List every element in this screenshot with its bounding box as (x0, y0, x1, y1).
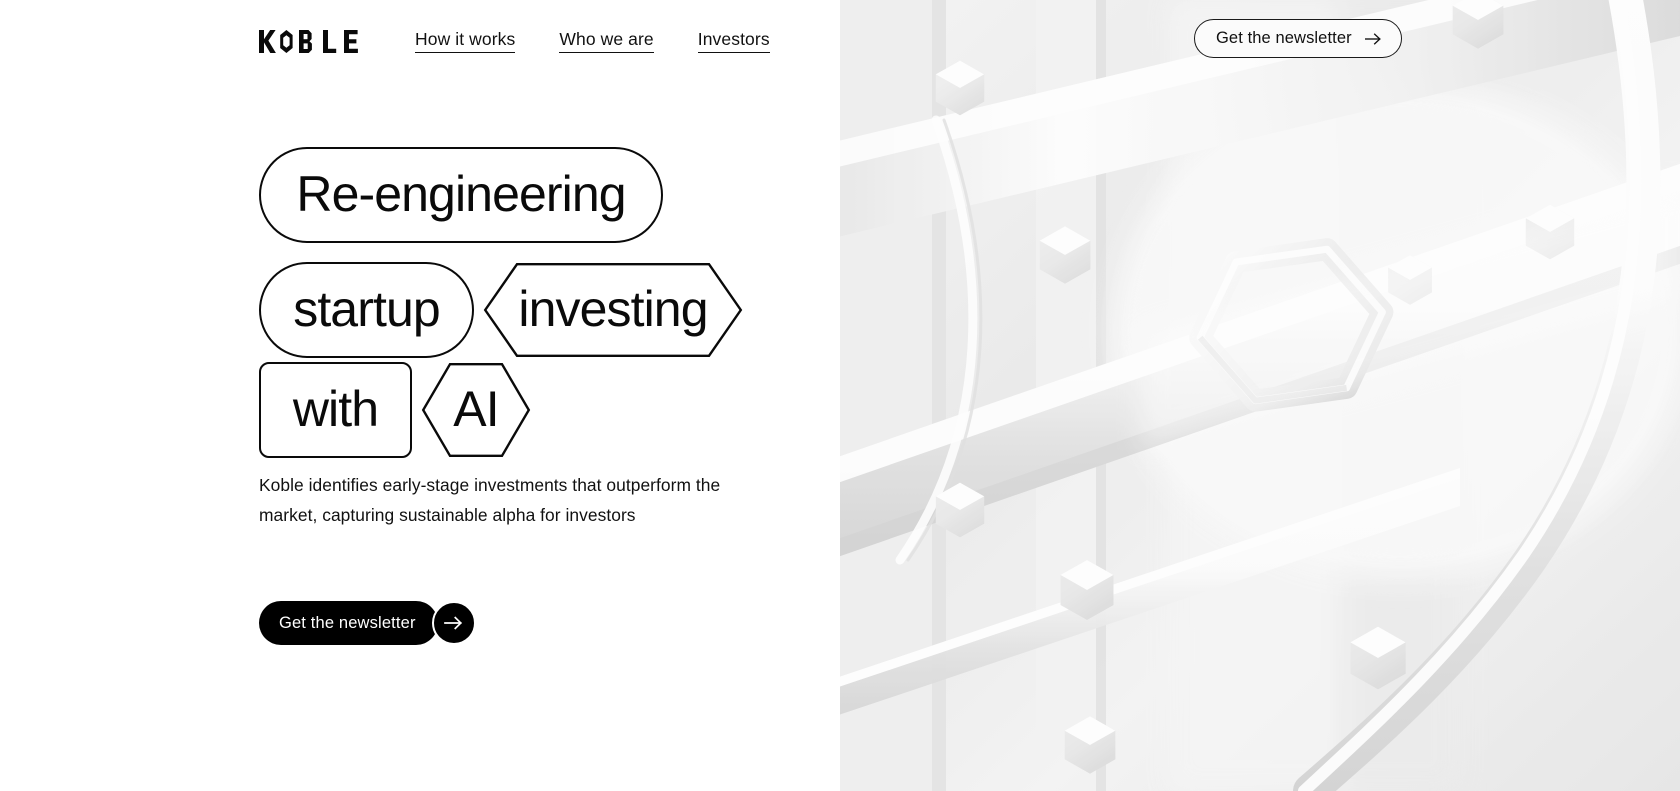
headline-text-startup: startup (293, 281, 440, 337)
headline-shape-ai: AI (421, 362, 531, 458)
hero-newsletter-button[interactable]: Get the newsletter (259, 601, 476, 645)
primary-navigation: How it works Who we are Investors (259, 22, 770, 60)
headline-text-with: with (292, 381, 379, 437)
headline-text-investing: investing (518, 281, 708, 337)
nav-links: How it works Who we are Investors (415, 29, 770, 53)
headline-row-1: Re-engineering (259, 147, 663, 243)
headline-row-3: with AI (259, 362, 531, 458)
headline-shape-re-engineering: Re-engineering (259, 147, 663, 243)
nav-link-how-it-works[interactable]: How it works (415, 29, 516, 53)
headline-shape-with: with (259, 362, 412, 458)
nav-link-who-we-are[interactable]: Who we are (559, 29, 654, 53)
header-newsletter-button-label: Get the newsletter (1216, 29, 1352, 47)
arrow-right-icon[interactable] (431, 601, 476, 645)
hero-artwork: Get the newsletter (840, 0, 1680, 791)
landing-page: How it works Who we are Investors Re-eng… (0, 0, 1680, 791)
headline-row-2: startup investing (259, 262, 743, 358)
nav-link-investors[interactable]: Investors (697, 29, 770, 53)
arrow-right-icon (1364, 32, 1382, 45)
headline-text-ai: AI (453, 381, 499, 437)
hero-newsletter-button-label[interactable]: Get the newsletter (259, 601, 438, 645)
hero-left-column: How it works Who we are Investors Re-eng… (0, 0, 840, 791)
headline-text-re-engineering: Re-engineering (296, 166, 626, 222)
headline-shape-investing: investing (483, 262, 743, 358)
headline-shape-startup: startup (259, 262, 474, 358)
hero-paragraph: Koble identifies early-stage investments… (259, 475, 721, 525)
abstract-3d-render-image (840, 0, 1680, 791)
koble-logo[interactable] (259, 28, 359, 54)
header-newsletter-button[interactable]: Get the newsletter (1194, 19, 1402, 58)
